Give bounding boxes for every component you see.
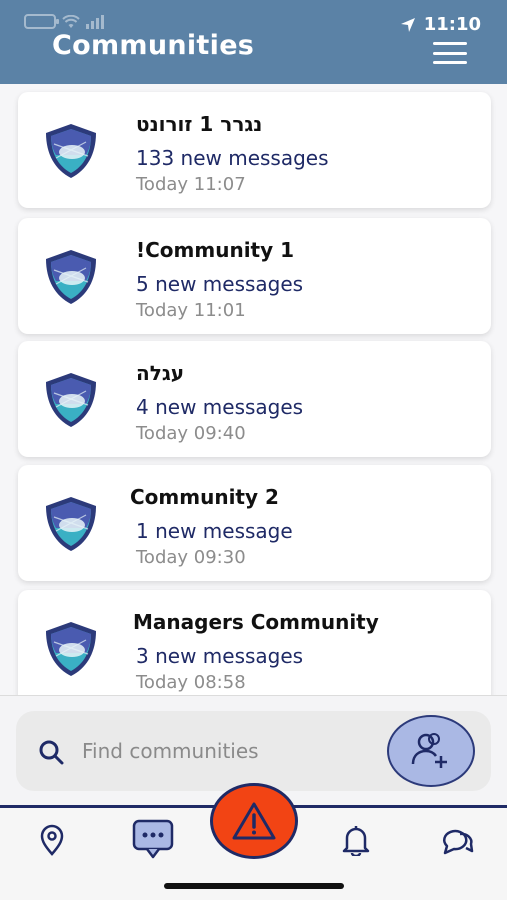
hamburger-icon[interactable] — [433, 42, 467, 64]
new-messages-count: 133 new messages — [136, 146, 329, 170]
last-message-time: Today 09:30 — [136, 547, 246, 568]
community-shield-icon — [46, 373, 96, 427]
last-message-time: Today 09:40 — [136, 423, 246, 444]
chat-bubbles-icon — [443, 829, 474, 855]
page-title: Communities — [52, 30, 255, 61]
sos-alert-button[interactable] — [210, 783, 298, 859]
status-indicators — [24, 14, 104, 29]
location-arrow-icon — [400, 17, 415, 32]
community-title: !Community 1 — [136, 238, 295, 262]
community-shield-icon — [46, 124, 96, 178]
tab-communities[interactable] — [130, 816, 176, 862]
community-card[interactable]: Community 2 1 new message Today 09:30 — [18, 465, 491, 581]
tab-chats[interactable] — [436, 820, 476, 860]
signal-icon — [86, 14, 104, 29]
new-messages-count: 1 new message — [136, 519, 293, 543]
search-icon — [39, 740, 64, 765]
community-title: עגלה — [136, 361, 185, 385]
community-shield-icon — [46, 497, 96, 551]
last-message-time: Today 11:01 — [136, 300, 246, 321]
community-title: Managers Community — [133, 610, 379, 634]
community-shield-icon — [46, 622, 96, 676]
community-card[interactable]: !Community 1 5 new messages Today 11:01 — [18, 218, 491, 334]
add-user-icon — [411, 733, 447, 768]
bell-icon — [342, 826, 370, 856]
tab-notifications[interactable] — [336, 820, 376, 860]
battery-icon — [24, 14, 59, 29]
tab-map[interactable] — [32, 820, 72, 860]
chat-icon — [132, 819, 174, 859]
community-card[interactable]: עגלה 4 new messages Today 09:40 — [18, 341, 491, 457]
new-messages-count: 5 new messages — [136, 272, 304, 296]
add-community-button[interactable] — [387, 715, 475, 787]
status-time: 11:10 — [423, 14, 481, 35]
community-card[interactable]: נגרר 1 זורונט 133 new messages Today 11:… — [18, 92, 491, 208]
search-bar — [16, 711, 491, 791]
community-shield-icon — [46, 250, 96, 304]
community-list[interactable]: נגרר 1 זורונט 133 new messages Today 11:… — [0, 84, 507, 695]
app-header: 11:10 Communities — [0, 0, 507, 84]
list-divider — [0, 695, 507, 696]
community-card[interactable]: Managers Community 3 new messages Today … — [18, 590, 491, 695]
new-messages-count: 3 new messages — [136, 644, 304, 668]
new-messages-count: 4 new messages — [136, 395, 304, 419]
warning-icon — [232, 802, 276, 840]
search-input[interactable] — [82, 733, 372, 769]
community-title: נגרר 1 זורונט — [136, 112, 263, 136]
wifi-icon — [62, 14, 80, 28]
location-pin-icon — [40, 824, 64, 856]
home-indicator — [164, 883, 344, 889]
last-message-time: Today 11:07 — [136, 174, 246, 195]
status-right: 11:10 — [400, 14, 481, 35]
community-title: Community 2 — [130, 485, 279, 509]
last-message-time: Today 08:58 — [136, 672, 246, 693]
